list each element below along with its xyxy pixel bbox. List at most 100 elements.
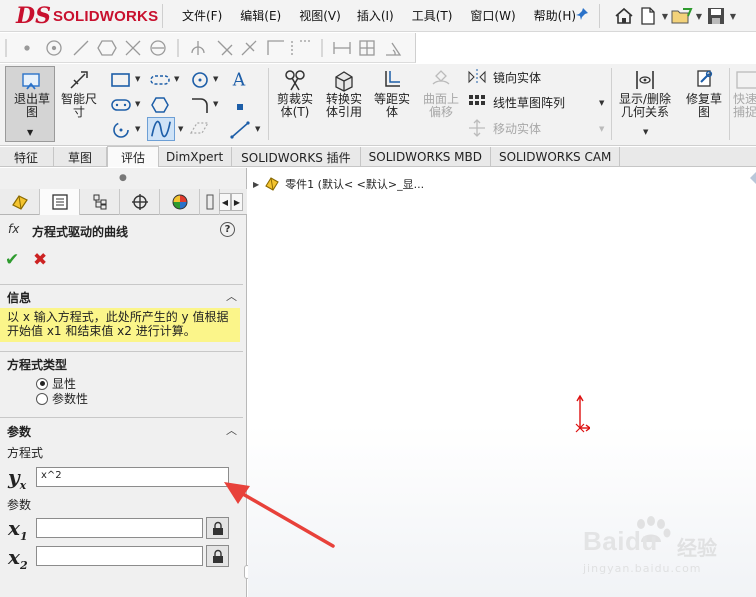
- expand-arrow-icon[interactable]: ▶: [253, 180, 259, 189]
- yx-equation-field[interactable]: x^2: [36, 467, 229, 487]
- fillet-dropdown-icon[interactable]: ▼: [213, 100, 218, 108]
- tab-sketch[interactable]: 草图: [54, 147, 108, 167]
- arc-tool-icon[interactable]: [110, 120, 132, 140]
- cancel-x-icon[interactable]: ✖: [33, 250, 47, 270]
- trim-entities-button[interactable]: 剪裁实体(T): [273, 68, 317, 119]
- slot-dropdown-icon[interactable]: ▼: [174, 75, 179, 83]
- menu-file[interactable]: 文件(F): [182, 6, 222, 25]
- new-document-icon[interactable]: [636, 5, 660, 27]
- panel-collapse-handle[interactable]: ●: [119, 173, 127, 183]
- parametric-radio[interactable]: 参数性: [36, 390, 88, 407]
- move-dropdown-icon[interactable]: ▼: [599, 125, 604, 133]
- menu-window[interactable]: 窗口(W): [470, 6, 515, 25]
- tab-features[interactable]: 特征: [0, 147, 55, 167]
- chevron-up-icon[interactable]: ︿: [226, 288, 237, 304]
- chevron-up-icon[interactable]: ︿: [226, 422, 237, 438]
- plane-tool-icon[interactable]: [188, 118, 210, 138]
- relations-dropdown-icon[interactable]: ▼: [643, 128, 648, 136]
- x1-lock-button[interactable]: [206, 517, 229, 539]
- circle-tool-icon[interactable]: [189, 70, 211, 90]
- text-tool-icon[interactable]: A: [229, 69, 251, 89]
- display-manager-tab[interactable]: [160, 189, 200, 215]
- parametric-radio-button[interactable]: [36, 392, 48, 405]
- x2-end-field[interactable]: [36, 546, 203, 566]
- x2-lock-button[interactable]: [206, 545, 229, 567]
- open-dropdown-icon[interactable]: ▼: [694, 12, 704, 21]
- params-label: 参数: [7, 498, 32, 512]
- feature-tree-icon: [11, 195, 28, 210]
- convert-entities-icon: [335, 71, 353, 92]
- menu-edit[interactable]: 编辑(E): [240, 6, 281, 25]
- point-tool-icon[interactable]: [229, 97, 251, 117]
- panel-tab-strip: ◀ ▶: [0, 189, 247, 215]
- pin-icon[interactable]: [575, 7, 589, 25]
- new-dropdown-icon[interactable]: ▼: [660, 12, 670, 21]
- exit-sketch-button[interactable]: 退出草图 ▼: [5, 66, 55, 142]
- rectangle-tool-icon[interactable]: [110, 70, 132, 90]
- line-tool-icon[interactable]: [229, 120, 251, 140]
- menu-insert[interactable]: 插入(I): [357, 6, 394, 25]
- spline-tool-icon[interactable]: [147, 117, 175, 141]
- configuration-manager-tab[interactable]: [80, 189, 120, 215]
- exit-sketch-dropdown-icon[interactable]: ▼: [27, 128, 33, 137]
- convert-entities-button[interactable]: 转换实体引用: [322, 68, 366, 119]
- panel-scroll-right-button[interactable]: ▶: [231, 193, 243, 211]
- linear-pattern-button[interactable]: 线性草图阵列: [467, 93, 565, 111]
- ok-check-icon[interactable]: ✔: [5, 250, 19, 270]
- equation-type-section-header[interactable]: 方程式类型: [0, 351, 243, 373]
- title-bar: DS SOLIDWORKS 文件(F) 编辑(E) 视图(V) 插入(I) 工具…: [0, 0, 756, 32]
- home-icon[interactable]: [612, 5, 636, 27]
- quick-snaps-button[interactable]: 快速捕捉: [733, 68, 756, 119]
- move-entities-button[interactable]: 移动实体: [467, 119, 541, 137]
- sketch-mini-toolbar: [0, 33, 416, 63]
- save-dropdown-icon[interactable]: ▼: [728, 12, 738, 21]
- linear-pattern-icon: [469, 95, 485, 105]
- feature-tree-flyout[interactable]: ▶ 零件1 (默认< <默认>_显...: [253, 176, 424, 192]
- polygon-tool-icon[interactable]: [149, 95, 171, 115]
- show-delete-relations-button[interactable]: 显示/删除几何关系: [614, 68, 676, 119]
- open-folder-icon[interactable]: [670, 5, 694, 27]
- mirror-entities-label: 镜向实体: [493, 70, 542, 85]
- property-manager-title: 方程式驱动的曲线: [32, 225, 129, 239]
- menu-tools[interactable]: 工具(T): [412, 6, 453, 25]
- part-icon: [265, 177, 279, 191]
- info-section-header[interactable]: 信息 ︿: [0, 284, 243, 306]
- offset-entities-button[interactable]: 等距实体: [370, 68, 414, 119]
- x1-start-field[interactable]: [36, 518, 203, 538]
- offset-on-surface-button[interactable]: 曲面上偏移: [419, 68, 463, 119]
- sketch-origin-icon: [575, 394, 590, 433]
- pattern-dropdown-icon[interactable]: ▼: [599, 99, 604, 107]
- tab-solidworks-mbd[interactable]: SOLIDWORKS MBD: [361, 147, 491, 167]
- tab-dimxpert[interactable]: DimXpert: [159, 147, 233, 167]
- line-dropdown-icon[interactable]: ▼: [255, 125, 260, 133]
- parameters-section-header[interactable]: 参数 ︿: [0, 417, 243, 439]
- x2-symbol: x2: [8, 545, 28, 572]
- repair-sketch-button[interactable]: 修复草图: [682, 68, 726, 119]
- panel-scroll-left-button[interactable]: ◀: [219, 193, 231, 211]
- menu-help[interactable]: 帮助(H): [534, 6, 576, 25]
- fillet-tool-icon[interactable]: [189, 95, 211, 115]
- property-manager-tab[interactable]: [40, 189, 80, 215]
- tab-solidworks-addins[interactable]: SOLIDWORKS 插件: [232, 147, 361, 167]
- solidworks-logo[interactable]: DS SOLIDWORKS: [16, 2, 158, 30]
- offset-entities-label: 等距实体: [373, 92, 410, 119]
- explicit-radio-button[interactable]: [36, 377, 48, 390]
- straight-slot-icon[interactable]: [110, 95, 132, 115]
- slot-tool-icon[interactable]: [149, 70, 171, 90]
- circle-dropdown-icon[interactable]: ▼: [213, 75, 218, 83]
- dimxpert-manager-tab[interactable]: [120, 189, 160, 215]
- ribbon-separator: [611, 68, 612, 140]
- spline-dropdown-icon[interactable]: ▼: [178, 125, 183, 133]
- tab-solidworks-cam[interactable]: SOLIDWORKS CAM: [491, 147, 621, 167]
- help-button[interactable]: ?: [220, 222, 235, 237]
- more-panels-tab[interactable]: [200, 189, 220, 215]
- smart-dimension-button[interactable]: 智能尺寸: [59, 68, 99, 119]
- save-icon[interactable]: [704, 5, 728, 27]
- rectangle-dropdown-icon[interactable]: ▼: [135, 75, 140, 83]
- tab-evaluate[interactable]: 评估: [107, 146, 160, 167]
- menu-view[interactable]: 视图(V): [299, 6, 341, 25]
- arc-dropdown-icon[interactable]: ▼: [135, 125, 140, 133]
- mirror-entities-button[interactable]: 镜向实体: [467, 68, 541, 86]
- straight-slot-dropdown-icon[interactable]: ▼: [135, 100, 140, 108]
- feature-manager-tab[interactable]: [0, 189, 40, 215]
